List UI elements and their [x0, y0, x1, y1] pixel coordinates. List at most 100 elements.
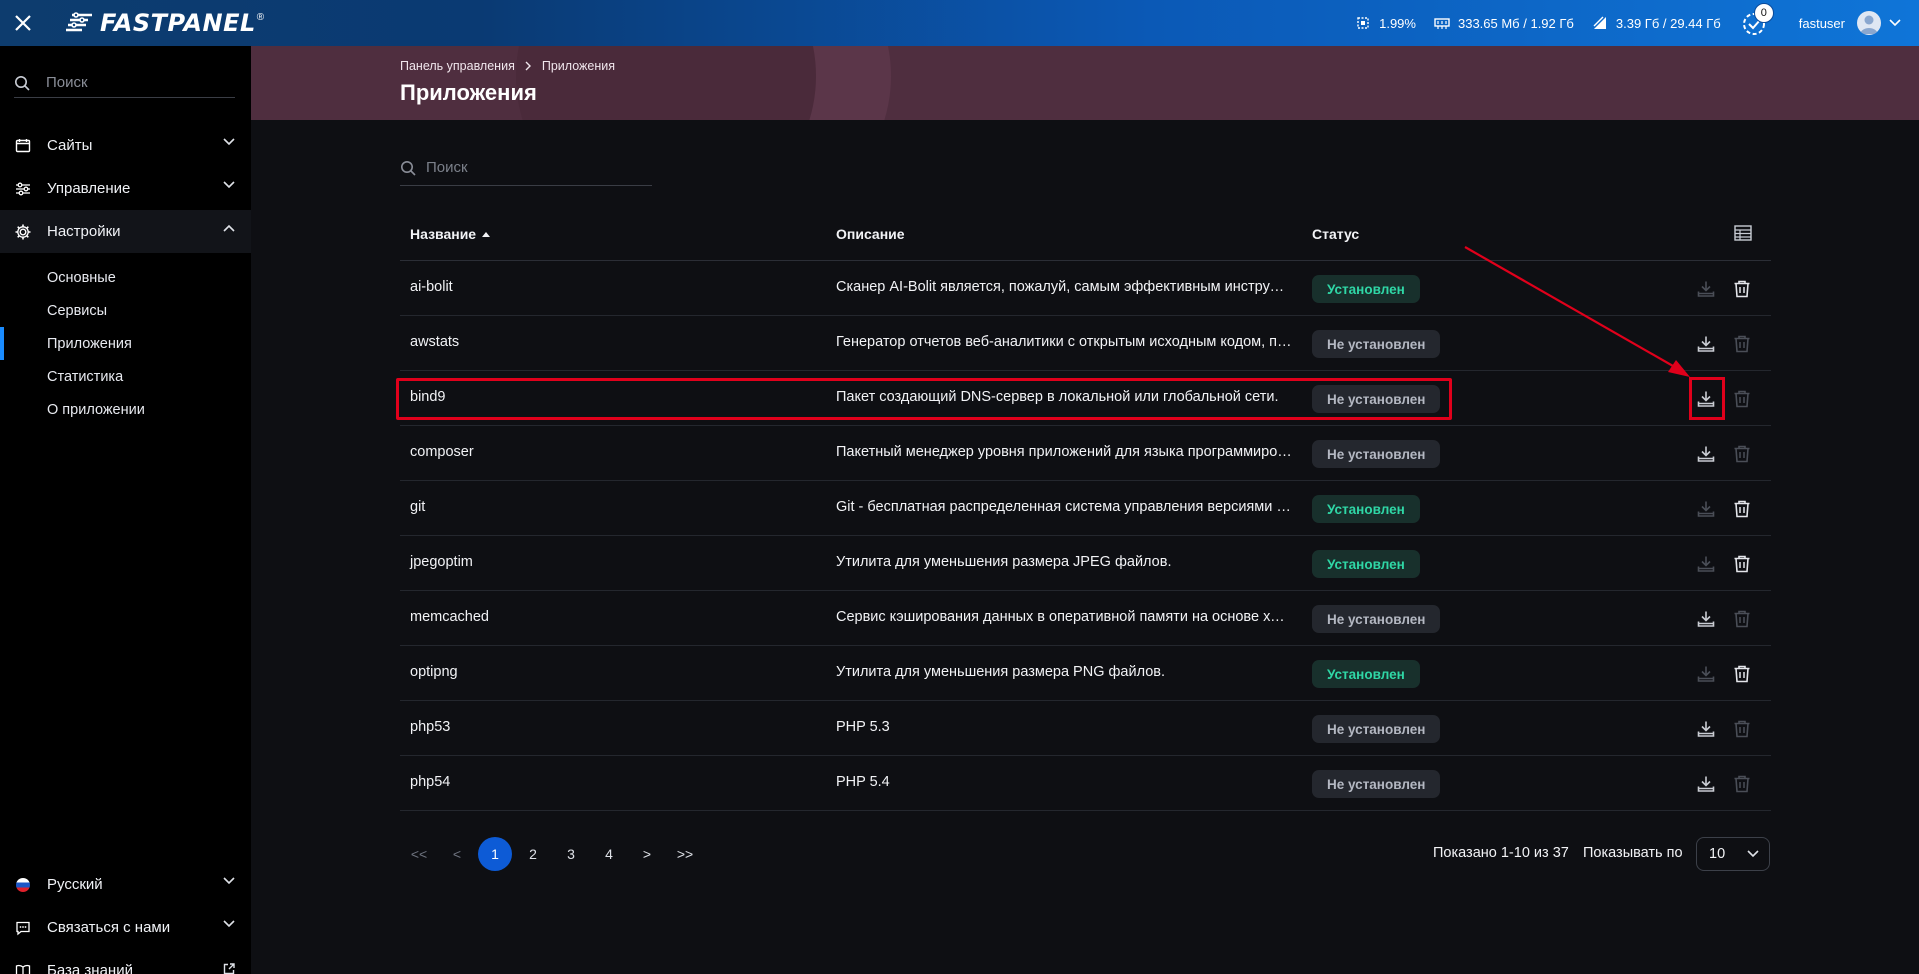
chevron-right-icon [525, 61, 531, 71]
pagination-page-4[interactable]: 4 [590, 837, 628, 871]
status-badge: Установлен [1312, 660, 1420, 688]
sidebar-subitem-applications[interactable]: Приложения [0, 327, 251, 360]
delete-button[interactable] [1730, 662, 1754, 686]
logo-icon [66, 12, 92, 32]
table-row[interactable]: composer Пакетный менеджер уровня приложе… [400, 426, 1771, 481]
logo-registered: ® [256, 11, 265, 23]
table-row[interactable]: jpegoptim Утилита для уменьшения размера … [400, 536, 1771, 591]
install-button[interactable] [1694, 497, 1718, 521]
disk-stat[interactable]: 3.39 Гб / 29.44 Гб [1592, 15, 1721, 31]
cpu-stat[interactable]: 1.99% [1355, 15, 1416, 31]
chat-icon [16, 921, 30, 935]
status-badge: Не установлен [1312, 385, 1441, 413]
chevron-down-icon [1747, 850, 1759, 858]
app-description: Сканер AI-Bolit является, пожалуй, самым… [836, 279, 1292, 295]
install-button[interactable] [1694, 442, 1718, 466]
per-page-select[interactable]: 10 [1696, 837, 1770, 871]
page-number: 1 [478, 837, 512, 871]
delete-button[interactable] [1730, 277, 1754, 301]
close-menu-button[interactable] [0, 0, 46, 46]
install-button[interactable] [1694, 662, 1718, 686]
chevron-down-icon [223, 181, 235, 189]
delete-button[interactable] [1730, 387, 1754, 411]
table-row[interactable]: ai-bolit Сканер AI-Bolit является, пожалу… [400, 261, 1771, 316]
install-button[interactable] [1694, 387, 1718, 411]
ram-stat[interactable]: 333.65 Мб / 1.92 Гб [1434, 16, 1574, 31]
table-row[interactable]: awstats Генератор отчетов веб-аналитики с… [400, 316, 1771, 371]
pagination-prev[interactable]: < [438, 837, 476, 871]
sidebar-search-input[interactable] [46, 74, 226, 91]
table-row[interactable]: bind9 Пакет создающий DNS-сервер в локаль… [400, 371, 1771, 426]
delete-button[interactable] [1730, 332, 1754, 356]
install-button[interactable] [1694, 717, 1718, 741]
download-icon [1697, 446, 1715, 462]
fastpanel-logo[interactable]: FASTPANEL ® [66, 9, 264, 37]
gear-icon [15, 224, 31, 239]
column-name-header[interactable]: Название [410, 226, 491, 242]
table-row[interactable]: optipng Утилита для уменьшения размера PN… [400, 646, 1771, 701]
install-button[interactable] [1694, 332, 1718, 356]
delete-button[interactable] [1730, 717, 1754, 741]
sidebar-subitem-general[interactable]: Основные [0, 261, 251, 294]
app-description: Сервис кэширования данных в оперативной … [836, 609, 1292, 625]
trash-icon [1734, 665, 1750, 683]
status-badge: Установлен [1312, 275, 1420, 303]
apps-table: Название Описание Статус ai-bolit Сканер … [400, 210, 1771, 811]
pagination-page-2[interactable]: 2 [514, 837, 552, 871]
pagination-last[interactable]: >> [666, 837, 704, 871]
install-button[interactable] [1694, 772, 1718, 796]
sidebar-item-sites[interactable]: Сайты [0, 124, 251, 167]
delete-button[interactable] [1730, 607, 1754, 631]
sidebar-item-language[interactable]: Русский [0, 863, 251, 906]
download-icon [1697, 391, 1715, 407]
column-description-header[interactable]: Описание [836, 226, 905, 242]
top-bar: FASTPANEL ® 1.99% 333.65 Мб / 1.92 Гб 3.… [0, 0, 1919, 46]
breadcrumb-root[interactable]: Панель управления [400, 59, 515, 73]
install-button[interactable] [1694, 607, 1718, 631]
delete-button[interactable] [1730, 772, 1754, 796]
status-badge: Не установлен [1312, 605, 1441, 633]
cpu-icon [1357, 17, 1369, 29]
apps-search-input[interactable] [426, 159, 626, 176]
trash-icon [1734, 720, 1750, 738]
notifications-button[interactable]: 0 [1741, 3, 1774, 37]
table-columns-icon [1734, 225, 1752, 241]
pagination-page-1[interactable]: 1 [476, 837, 514, 871]
column-settings-button[interactable] [1734, 225, 1752, 244]
sidebar-subitem-statistics[interactable]: Статистика [0, 360, 251, 393]
table-row[interactable]: memcached Сервис кэширования данных в опе… [400, 591, 1771, 646]
chevron-up-icon [223, 224, 235, 232]
trash-icon [1734, 610, 1750, 628]
sliders-icon [16, 182, 30, 195]
sidebar-item-label: Связаться с нами [47, 919, 171, 936]
sidebar-subitem-about[interactable]: О приложении [0, 393, 251, 426]
sidebar-item-management[interactable]: Управление [0, 167, 251, 210]
download-icon [1697, 336, 1715, 352]
install-button[interactable] [1694, 277, 1718, 301]
table-row[interactable]: git Git - бесплатная распределенная систе… [400, 481, 1771, 536]
app-description: Пакетный менеджер уровня приложений для … [836, 444, 1292, 460]
app-name: php53 [410, 719, 451, 735]
sidebar-item-contact[interactable]: Связаться с нами [0, 906, 251, 949]
sidebar-item-settings[interactable]: Настройки [0, 210, 251, 253]
pagination-page-3[interactable]: 3 [552, 837, 590, 871]
sidebar-search[interactable] [14, 68, 235, 98]
delete-button[interactable] [1730, 497, 1754, 521]
apps-search[interactable] [400, 150, 652, 186]
app-name: php54 [410, 774, 451, 790]
user-menu[interactable]: fastuser [1799, 11, 1919, 35]
app-description: Git - бесплатная распределенная система … [836, 499, 1292, 515]
pagination-next[interactable]: > [628, 837, 666, 871]
sidebar-subitem-services[interactable]: Сервисы [0, 294, 251, 327]
table-header: Название Описание Статус [400, 210, 1771, 261]
download-icon [1697, 611, 1715, 627]
column-status-header[interactable]: Статус [1312, 226, 1359, 242]
delete-button[interactable] [1730, 442, 1754, 466]
sidebar-item-knowledge-base[interactable]: База знаний [0, 949, 251, 974]
delete-button[interactable] [1730, 552, 1754, 576]
pagination-first[interactable]: << [400, 837, 438, 871]
table-row[interactable]: php54 PHP 5.4 Не установлен [400, 756, 1771, 811]
install-button[interactable] [1694, 552, 1718, 576]
trash-icon [1734, 500, 1750, 518]
table-row[interactable]: php53 PHP 5.3 Не установлен [400, 701, 1771, 756]
